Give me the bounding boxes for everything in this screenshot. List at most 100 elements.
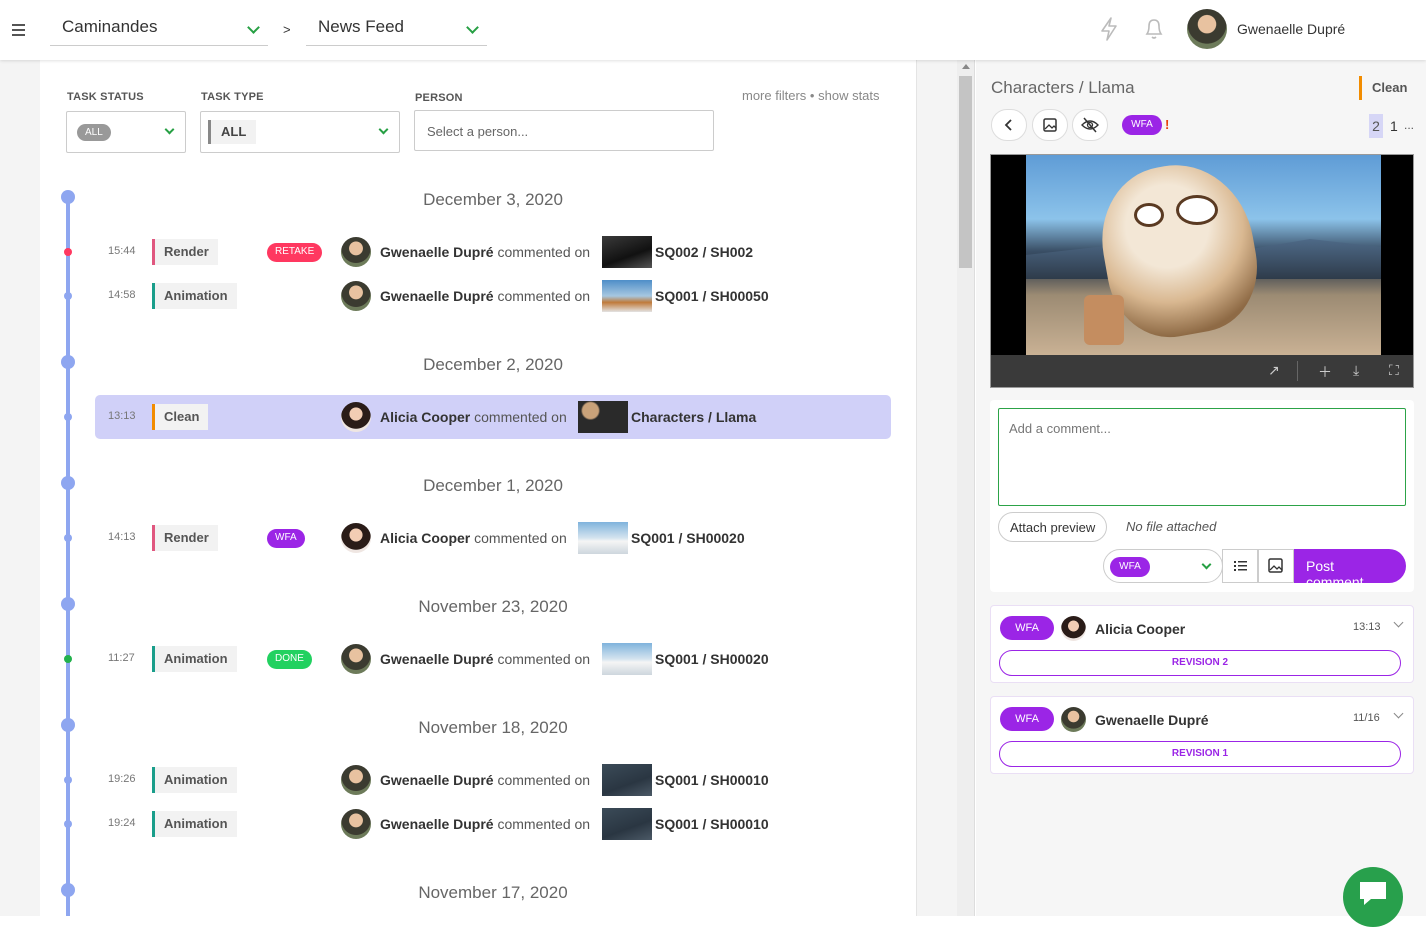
revision-more[interactable]: ...: [1404, 118, 1414, 132]
chevron-down-icon[interactable]: [1393, 708, 1404, 719]
panel-title[interactable]: Characters / Llama: [991, 78, 1135, 98]
status-select-value: WFA: [1110, 557, 1150, 577]
left-margin: [0, 60, 40, 916]
feed-row-selected[interactable]: 13:13 Clean Alicia Cooper commented on C…: [95, 395, 891, 439]
lightning-icon[interactable]: [1098, 16, 1120, 42]
image-icon: [1043, 118, 1057, 132]
thumbnail[interactable]: [578, 401, 628, 433]
person-name[interactable]: Gwenaelle Dupré: [380, 816, 494, 832]
comment-author[interactable]: Gwenaelle Dupré: [1095, 712, 1209, 728]
timeline-date-dot: [61, 476, 75, 490]
section-select[interactable]: News Feed: [306, 10, 487, 46]
top-bar: Caminandes > News Feed Gwenaelle Dupré: [0, 0, 1426, 60]
download-icon[interactable]: ⤓: [1353, 362, 1359, 379]
expand-icon[interactable]: ↗: [1268, 362, 1280, 379]
scroll-up-icon[interactable]: [962, 64, 970, 69]
status-select[interactable]: WFA: [1103, 549, 1223, 583]
entity-link[interactable]: Characters / Llama: [631, 409, 756, 425]
person-select[interactable]: Select a person...: [414, 110, 714, 151]
preview-player[interactable]: ↗ ＋ ⤓ ⛶: [990, 154, 1414, 388]
person-name[interactable]: Gwenaelle Dupré: [380, 288, 494, 304]
chat-button[interactable]: [1343, 867, 1403, 927]
date-header: November 17, 2020: [418, 883, 568, 902]
user-avatar[interactable]: [1187, 9, 1227, 49]
commented-on-text: commented on: [474, 409, 567, 425]
user-name[interactable]: Gwenaelle Dupré: [1237, 21, 1345, 37]
feed-row[interactable]: 19:26 Animation Gwenaelle Dupré commente…: [95, 758, 891, 802]
no-file-text: No file attached: [1126, 519, 1217, 534]
person-label: PERSON: [415, 92, 463, 104]
entity-link[interactable]: SQ002 / SH002: [655, 244, 753, 260]
revision-link[interactable]: REVISION 2: [999, 650, 1401, 676]
status-badge: DONE: [267, 650, 312, 669]
timeline-line: [66, 195, 70, 916]
production-select[interactable]: Caminandes: [50, 10, 268, 46]
alert-icon: !: [1165, 117, 1170, 132]
row-time: 15:44: [108, 245, 136, 257]
menu-icon[interactable]: [12, 24, 25, 39]
revision-link[interactable]: REVISION 1: [999, 741, 1401, 767]
person-name[interactable]: Alicia Cooper: [380, 530, 470, 546]
more-filters-link[interactable]: more filters: [742, 88, 806, 103]
fullscreen-icon[interactable]: ⛶: [1389, 362, 1399, 379]
feed-row[interactable]: 14:13 Render WFA Alicia Cooper commented…: [95, 516, 891, 560]
chevron-down-icon[interactable]: [1393, 617, 1404, 628]
timeline-date-dot: [61, 597, 75, 611]
revision-current[interactable]: 2: [1369, 114, 1383, 138]
commented-on-text: commented on: [497, 651, 591, 667]
eye-off-icon: [1081, 117, 1099, 133]
thumbnail[interactable]: [602, 764, 652, 796]
thumbnail[interactable]: [602, 236, 652, 268]
thumbnail[interactable]: [602, 808, 652, 840]
back-button[interactable]: [991, 109, 1027, 141]
timeline-dot: [64, 534, 72, 542]
person-name[interactable]: Gwenaelle Dupré: [380, 651, 494, 667]
comment-text: Alicia Cooper commented on: [380, 530, 567, 546]
person-name[interactable]: Alicia Cooper: [380, 409, 470, 425]
feed-row[interactable]: 11:27 Animation DONE Gwenaelle Dupré com…: [95, 637, 891, 681]
task-status-select[interactable]: ALL: [66, 111, 186, 153]
person-placeholder: Select a person...: [427, 124, 529, 139]
task-type-select[interactable]: ALL: [200, 111, 400, 153]
entity-link[interactable]: SQ001 / SH00020: [631, 530, 745, 546]
checklist-button[interactable]: [1222, 549, 1258, 583]
comment-author[interactable]: Alicia Cooper: [1095, 621, 1185, 637]
post-comment-button[interactable]: Post comment: [1294, 549, 1406, 590]
show-stats-link[interactable]: show stats: [818, 88, 879, 103]
timeline-dot: [64, 820, 72, 828]
entity-link[interactable]: SQ001 / SH00050: [655, 288, 769, 304]
hide-button[interactable]: [1072, 109, 1108, 141]
timeline-dot: [64, 292, 72, 300]
feed-row[interactable]: 15:44 Render RETAKE Gwenaelle Dupré comm…: [95, 230, 891, 274]
date-header: December 2, 2020: [423, 355, 563, 374]
person-name[interactable]: Gwenaelle Dupré: [380, 244, 494, 260]
comment-textarea[interactable]: Add a comment...: [998, 408, 1406, 506]
avatar: [341, 237, 371, 267]
chevron-down-icon: [1201, 559, 1212, 570]
thumbnail[interactable]: [578, 522, 628, 554]
thumbnail[interactable]: [602, 280, 652, 312]
date-header: December 3, 2020: [423, 190, 563, 209]
attach-preview-button[interactable]: Attach preview: [998, 512, 1108, 542]
date-header: November 18, 2020: [418, 718, 568, 737]
entity-link[interactable]: SQ001 / SH00020: [655, 651, 769, 667]
scrollbar-thumb[interactable]: [959, 76, 972, 268]
player-controls: ↗ ＋ ⤓ ⛶: [991, 355, 1413, 387]
preview-button[interactable]: [1032, 109, 1068, 141]
thumbnail[interactable]: [602, 643, 652, 675]
row-time: 19:24: [108, 817, 136, 829]
chevron-down-icon: [247, 21, 260, 34]
date-header: December 1, 2020: [423, 476, 563, 495]
feed-row[interactable]: 14:58 Animation Gwenaelle Dupré commente…: [95, 274, 891, 318]
scrollbar[interactable]: [957, 60, 975, 916]
attach-image-button[interactable]: [1258, 549, 1294, 583]
task-type-tag: Animation: [152, 283, 237, 309]
comment-card: WFA Gwenaelle Dupré 11/16 REVISION 1: [990, 696, 1414, 774]
revision-other[interactable]: 1: [1390, 118, 1398, 134]
entity-link[interactable]: SQ001 / SH00010: [655, 772, 769, 788]
feed-row[interactable]: 19:24 Animation Gwenaelle Dupré commente…: [95, 802, 891, 846]
person-name[interactable]: Gwenaelle Dupré: [380, 772, 494, 788]
bell-icon[interactable]: [1143, 16, 1165, 42]
entity-link[interactable]: SQ001 / SH00010: [655, 816, 769, 832]
add-icon[interactable]: ＋: [1318, 362, 1332, 382]
